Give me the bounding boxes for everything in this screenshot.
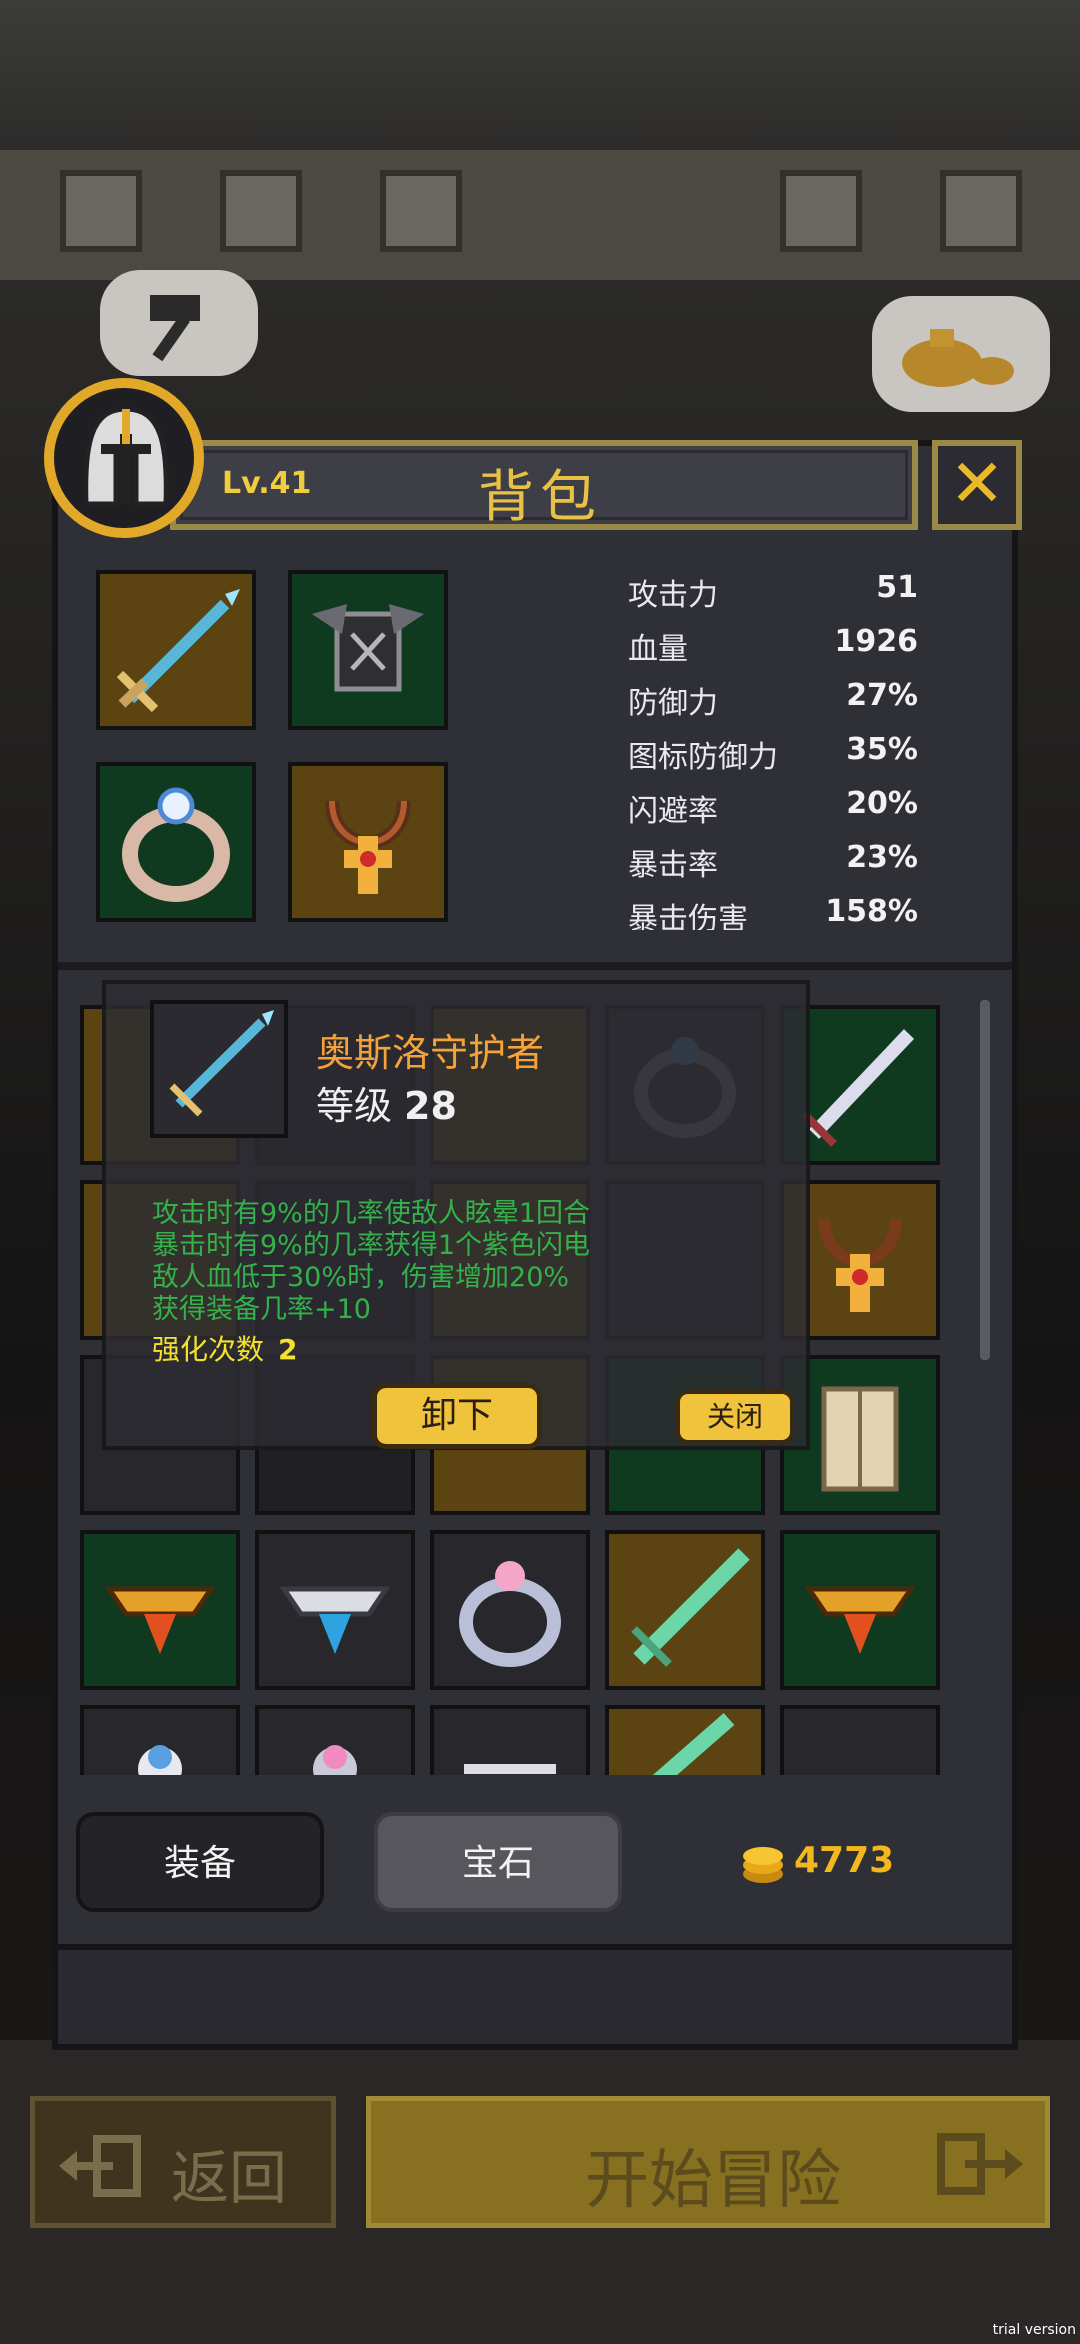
stat-row: 防御力 27%	[628, 678, 918, 728]
silver-amulet-icon	[279, 1586, 391, 1654]
amulet-icon	[325, 800, 411, 894]
ring-icon	[122, 787, 230, 902]
stat-row: 暴击率 23%	[628, 840, 918, 890]
stat-value: 35%	[846, 732, 918, 767]
stat-label: 防御力	[628, 686, 718, 721]
stat-value: 51	[876, 570, 918, 605]
stat-label: 攻击力	[628, 578, 718, 613]
close-button[interactable]: ✕	[932, 440, 1022, 530]
jade-sword-icon	[652, 1712, 735, 1775]
enter-arrow-icon	[937, 2133, 1023, 2195]
panel-divider	[58, 962, 1012, 970]
knight-helmet-icon	[83, 406, 169, 507]
avatar[interactable]	[44, 378, 204, 538]
blacksmith-bubble[interactable]	[100, 270, 258, 376]
silver-amulet-icon	[464, 1764, 556, 1774]
stat-row: 血量 1926	[628, 624, 918, 674]
equipped-weapon-slot[interactable]	[96, 570, 256, 730]
stat-label: 血量	[628, 632, 688, 667]
tooltip-level-label: 等级	[316, 1084, 393, 1128]
stat-label: 闪避率	[628, 794, 718, 829]
tooltip-effect: 获得装备几率+10	[152, 1294, 371, 1325]
stat-value: 1926	[834, 624, 919, 659]
tooltip-effect: 敌人血低于30%时，伤害增加20%	[152, 1262, 570, 1293]
stat-row: 攻击力 51	[628, 570, 918, 620]
ring-icon	[138, 1745, 182, 1775]
inventory-slot[interactable]	[430, 1705, 590, 1775]
inventory-slot[interactable]	[255, 1705, 415, 1775]
inventory-slot[interactable]	[255, 1530, 415, 1690]
stat-value: 27%	[846, 678, 918, 713]
back-label: 返回	[171, 2144, 288, 2212]
tab-equipment[interactable]: 装备	[76, 1812, 324, 1912]
inventory-slot-empty[interactable]	[780, 1705, 940, 1775]
upgrade-label: 强化次数	[152, 1333, 265, 1366]
tooltip-upgrade-count: 强化次数 2	[152, 1328, 298, 1368]
stat-row: 闪避率 20%	[628, 786, 918, 836]
trial-watermark: trial version	[992, 2322, 1076, 2338]
stat-row: 图标防御力 35%	[628, 732, 918, 782]
tab-gems[interactable]: 宝石	[374, 1812, 622, 1912]
inventory-slot[interactable]	[430, 1530, 590, 1690]
gold-coin-icon	[743, 1847, 783, 1883]
tooltip-item-name: 奥斯洛守护者	[316, 1031, 545, 1075]
equipped-ring-slot[interactable]	[96, 762, 256, 922]
inventory-scrollbar[interactable]	[980, 1000, 990, 1360]
stat-label: 暴击伤害	[628, 902, 748, 930]
start-adventure-button[interactable]: 开始冒险	[366, 2096, 1050, 2228]
house-wall	[0, 150, 1080, 280]
ring-icon	[459, 1561, 561, 1667]
gold-amulet-icon	[804, 1586, 916, 1654]
inventory-slot[interactable]	[605, 1705, 765, 1775]
bag-icon	[902, 329, 1014, 387]
gold-amount: 4773	[794, 1840, 895, 1881]
upgrade-value: 2	[278, 1333, 298, 1366]
jade-sword-icon	[631, 1548, 750, 1667]
tooltip-close-button[interactable]: 关闭	[676, 1390, 794, 1444]
stat-row: 暴击伤害 158%	[628, 894, 918, 930]
back-button[interactable]: 返回	[30, 2096, 336, 2228]
stat-value: 23%	[846, 840, 918, 875]
hammer-icon	[150, 295, 200, 362]
tooltip-item-slot	[150, 1000, 288, 1138]
tooltip-effect: 暴击时有9%的几率获得1个紫色闪电	[152, 1230, 591, 1261]
stat-value: 20%	[846, 786, 918, 821]
inventory-slot[interactable]	[605, 1530, 765, 1690]
inventory-slot[interactable]	[80, 1705, 240, 1775]
tooltip-level-value: 28	[404, 1084, 457, 1128]
stat-label: 图标防御力	[628, 740, 778, 775]
inventory-slot[interactable]	[780, 1530, 940, 1690]
gold-amulet-icon	[104, 1586, 216, 1654]
close-x-icon: ✕	[949, 445, 1005, 522]
unequip-button[interactable]: 卸下	[372, 1383, 542, 1449]
tooltip-item-level: 等级 28	[316, 1075, 457, 1130]
house-roof	[0, 0, 1080, 150]
ring-icon	[313, 1745, 357, 1775]
merchant-bubble[interactable]	[872, 296, 1050, 412]
spear-icon	[116, 589, 240, 713]
equipped-amulet-slot[interactable]	[288, 762, 448, 922]
stat-value: 158%	[825, 894, 918, 929]
panel-footer	[52, 1950, 1018, 2050]
exit-arrow-icon	[59, 2135, 141, 2197]
tooltip-effect: 攻击时有9%的几率使敌人眩晕1回合	[152, 1198, 591, 1229]
inventory-slot[interactable]	[80, 1530, 240, 1690]
equipped-armor-slot[interactable]	[288, 570, 448, 730]
dark-armor-icon	[312, 604, 424, 692]
stat-label: 暴击率	[628, 848, 718, 883]
spear-icon	[169, 1010, 274, 1117]
